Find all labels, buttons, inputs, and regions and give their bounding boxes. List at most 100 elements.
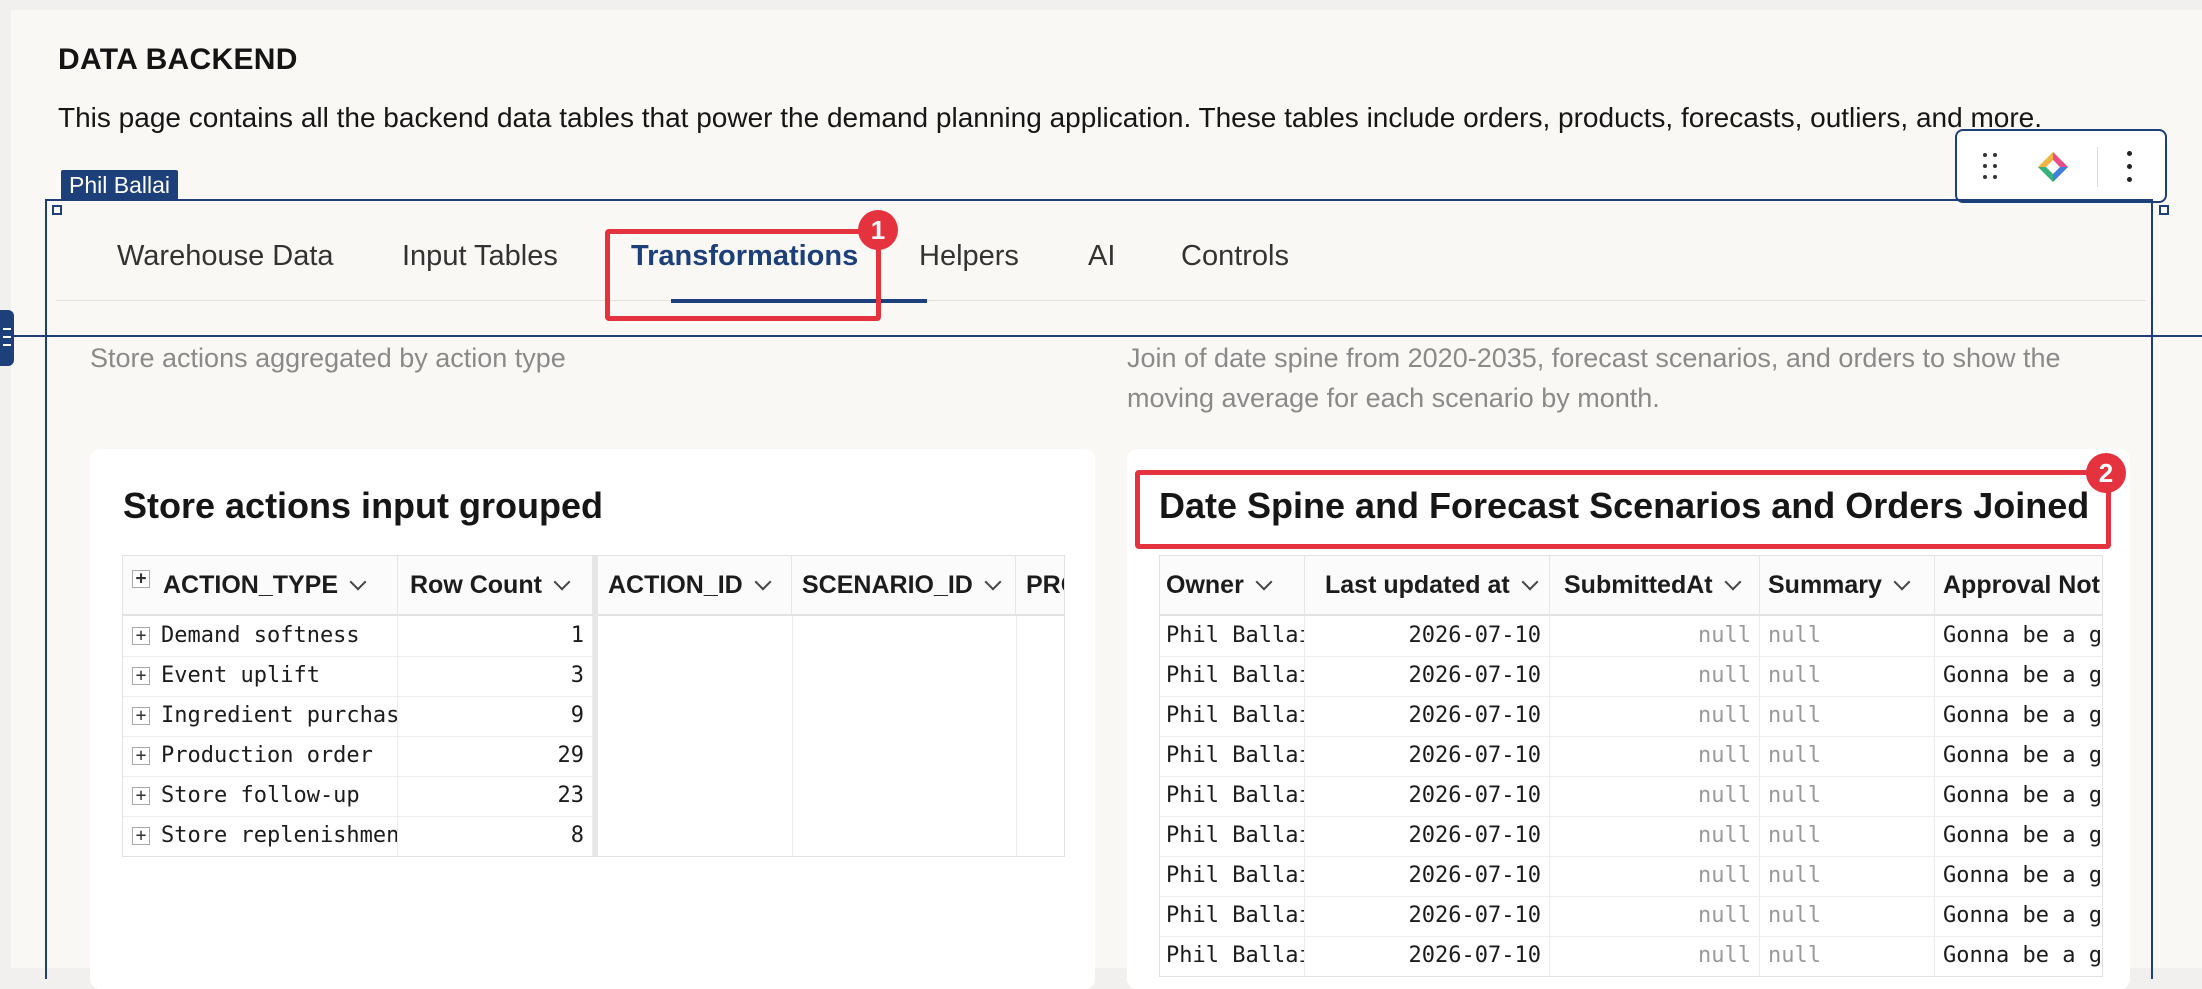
tab-ai[interactable]: AI bbox=[1088, 240, 1115, 273]
cell-submitted-at: null bbox=[1550, 696, 1760, 736]
table-row[interactable]: + Store follow-up 23 bbox=[123, 776, 593, 817]
table-row[interactable]: Phil Ballai 2026-07-10 null null Gonna b… bbox=[1160, 776, 2102, 817]
cell-approval-notes: Gonna be a gr bbox=[1935, 656, 2102, 696]
right-section-description: Join of date spine from 2020-2035, forec… bbox=[1127, 343, 2061, 413]
cell-approval-notes: Gonna be a gr bbox=[1935, 696, 2102, 736]
col-summary[interactable]: Summary bbox=[1760, 556, 1935, 614]
cell-summary: null bbox=[1760, 736, 1935, 776]
expand-plus-icon[interactable]: + bbox=[132, 827, 150, 845]
cell-summary: null bbox=[1760, 696, 1935, 736]
col-action-type[interactable]: + ACTION_TYPE bbox=[123, 556, 398, 614]
table-row[interactable]: Phil Ballai 2026-07-10 null null Gonna b… bbox=[1160, 736, 2102, 777]
table-row[interactable]: Phil Ballai 2026-07-10 null null Gonna b… bbox=[1160, 936, 2102, 976]
table-row[interactable]: Phil Ballai 2026-07-10 null null Gonna b… bbox=[1160, 856, 2102, 897]
tab-input-tables[interactable]: Input Tables bbox=[402, 240, 558, 273]
callout-badge-1: 1 bbox=[858, 210, 898, 250]
chevron-down-icon[interactable] bbox=[754, 573, 772, 591]
cell-submitted-at: null bbox=[1550, 936, 1760, 976]
col-action-id[interactable]: ACTION_ID bbox=[598, 556, 792, 614]
cell-summary: null bbox=[1760, 936, 1935, 976]
col-pro[interactable]: PRO bbox=[1016, 556, 1064, 614]
table-row[interactable]: + Store replenishment 8 bbox=[123, 816, 593, 856]
cell-approval-notes: Gonna be a gr bbox=[1935, 616, 2102, 656]
cell-submitted-at: null bbox=[1550, 856, 1760, 896]
cell-row-count: 1 bbox=[398, 616, 593, 656]
chevron-down-icon[interactable] bbox=[1724, 573, 1742, 591]
grid-header: Owner Last updated at SubmittedAt Summar… bbox=[1160, 556, 2102, 616]
cell-action-type: Store follow-up bbox=[161, 783, 360, 808]
cell-owner: Phil Ballai bbox=[1160, 776, 1305, 816]
cell-owner: Phil Ballai bbox=[1160, 896, 1305, 936]
chevron-down-icon[interactable] bbox=[553, 573, 571, 591]
element-toolbar bbox=[1955, 129, 2167, 203]
store-actions-grid: + ACTION_TYPE Row Count ACTION_ID SCENAR… bbox=[122, 555, 1065, 857]
expand-plus-icon[interactable]: + bbox=[132, 747, 150, 765]
cell-submitted-at: null bbox=[1550, 776, 1760, 816]
table-row[interactable]: Phil Ballai 2026-07-10 null null Gonna b… bbox=[1160, 616, 2102, 657]
panel-handle-icon[interactable] bbox=[0, 310, 14, 366]
cell-action-type: Ingredient purchase bbox=[161, 703, 398, 728]
chevron-down-icon[interactable] bbox=[1255, 573, 1273, 591]
cell-summary: null bbox=[1760, 896, 1935, 936]
tab-helpers[interactable]: Helpers bbox=[919, 240, 1019, 273]
chevron-down-icon[interactable] bbox=[1893, 573, 1911, 591]
page-title: DATA BACKEND bbox=[58, 43, 298, 76]
cell-approval-notes: Gonna be a gr bbox=[1935, 856, 2102, 896]
cell-action-type: Store replenishment bbox=[161, 823, 398, 848]
cell-last-updated: 2026-07-10 bbox=[1305, 656, 1550, 696]
ai-assistant-icon[interactable] bbox=[2037, 151, 2069, 183]
date-spine-grid: Owner Last updated at SubmittedAt Summar… bbox=[1159, 555, 2103, 977]
table-row[interactable]: + Production order 29 bbox=[123, 736, 593, 777]
col-row-count[interactable]: Row Count bbox=[398, 556, 593, 614]
cell-owner: Phil Ballai bbox=[1160, 856, 1305, 896]
table-row[interactable]: Phil Ballai 2026-07-10 null null Gonna b… bbox=[1160, 656, 2102, 697]
callout-badge-2: 2 bbox=[2086, 453, 2126, 493]
col-submitted-at[interactable]: SubmittedAt bbox=[1550, 556, 1760, 614]
tab-controls[interactable]: Controls bbox=[1181, 240, 1289, 273]
resize-handle-top-right[interactable] bbox=[2159, 205, 2169, 215]
table-row[interactable]: Phil Ballai 2026-07-10 null null Gonna b… bbox=[1160, 896, 2102, 937]
expand-plus-icon[interactable]: + bbox=[132, 667, 150, 685]
col-owner[interactable]: Owner bbox=[1160, 556, 1305, 614]
cell-owner: Phil Ballai bbox=[1160, 656, 1305, 696]
cell-submitted-at: null bbox=[1550, 736, 1760, 776]
drag-handle-icon[interactable] bbox=[1981, 151, 2001, 181]
cell-summary: null bbox=[1760, 856, 1935, 896]
cell-last-updated: 2026-07-10 bbox=[1305, 936, 1550, 976]
chevron-down-icon[interactable] bbox=[1521, 573, 1539, 591]
cell-last-updated: 2026-07-10 bbox=[1305, 816, 1550, 856]
expand-plus-icon[interactable]: + bbox=[132, 707, 150, 725]
cell-submitted-at: null bbox=[1550, 656, 1760, 696]
table-row[interactable]: + Event uplift 3 bbox=[123, 656, 593, 697]
cell-last-updated: 2026-07-10 bbox=[1305, 896, 1550, 936]
cell-submitted-at: null bbox=[1550, 896, 1760, 936]
more-options-icon[interactable] bbox=[2122, 149, 2138, 185]
cell-owner: Phil Ballai bbox=[1160, 936, 1305, 976]
table-row[interactable]: + Demand softness 1 bbox=[123, 616, 593, 657]
tab-warehouse-data[interactable]: Warehouse Data bbox=[117, 240, 334, 273]
cell-action-type: Event uplift bbox=[161, 663, 320, 688]
owner-badge: Phil Ballai bbox=[61, 170, 178, 200]
highlight-box-transformations-tab bbox=[605, 229, 881, 321]
chevron-down-icon[interactable] bbox=[984, 573, 1002, 591]
cell-summary: null bbox=[1760, 616, 1935, 656]
col-scenario-id[interactable]: SCENARIO_ID bbox=[792, 556, 1016, 614]
expand-plus-icon[interactable]: + bbox=[132, 787, 150, 805]
expand-plus-icon[interactable]: + bbox=[132, 570, 150, 588]
cell-last-updated: 2026-07-10 bbox=[1305, 776, 1550, 816]
cell-owner: Phil Ballai bbox=[1160, 616, 1305, 656]
expand-plus-icon[interactable]: + bbox=[132, 627, 150, 645]
table-row[interactable]: Phil Ballai 2026-07-10 null null Gonna b… bbox=[1160, 816, 2102, 857]
cell-row-count: 8 bbox=[398, 816, 593, 856]
col-approval-notes[interactable]: Approval Not bbox=[1935, 556, 2102, 614]
cell-row-count: 29 bbox=[398, 736, 593, 776]
left-table-card: Store actions input grouped + ACTION_TYP… bbox=[90, 449, 1095, 989]
table-row[interactable]: Phil Ballai 2026-07-10 null null Gonna b… bbox=[1160, 696, 2102, 737]
chevron-down-icon[interactable] bbox=[349, 573, 367, 591]
table-row[interactable]: + Ingredient purchase 9 bbox=[123, 696, 593, 737]
frozen-column-divider bbox=[593, 556, 598, 856]
cell-approval-notes: Gonna be a gr bbox=[1935, 816, 2102, 856]
cell-last-updated: 2026-07-10 bbox=[1305, 616, 1550, 656]
cell-owner: Phil Ballai bbox=[1160, 816, 1305, 856]
col-last-updated-at[interactable]: Last updated at bbox=[1305, 556, 1550, 614]
